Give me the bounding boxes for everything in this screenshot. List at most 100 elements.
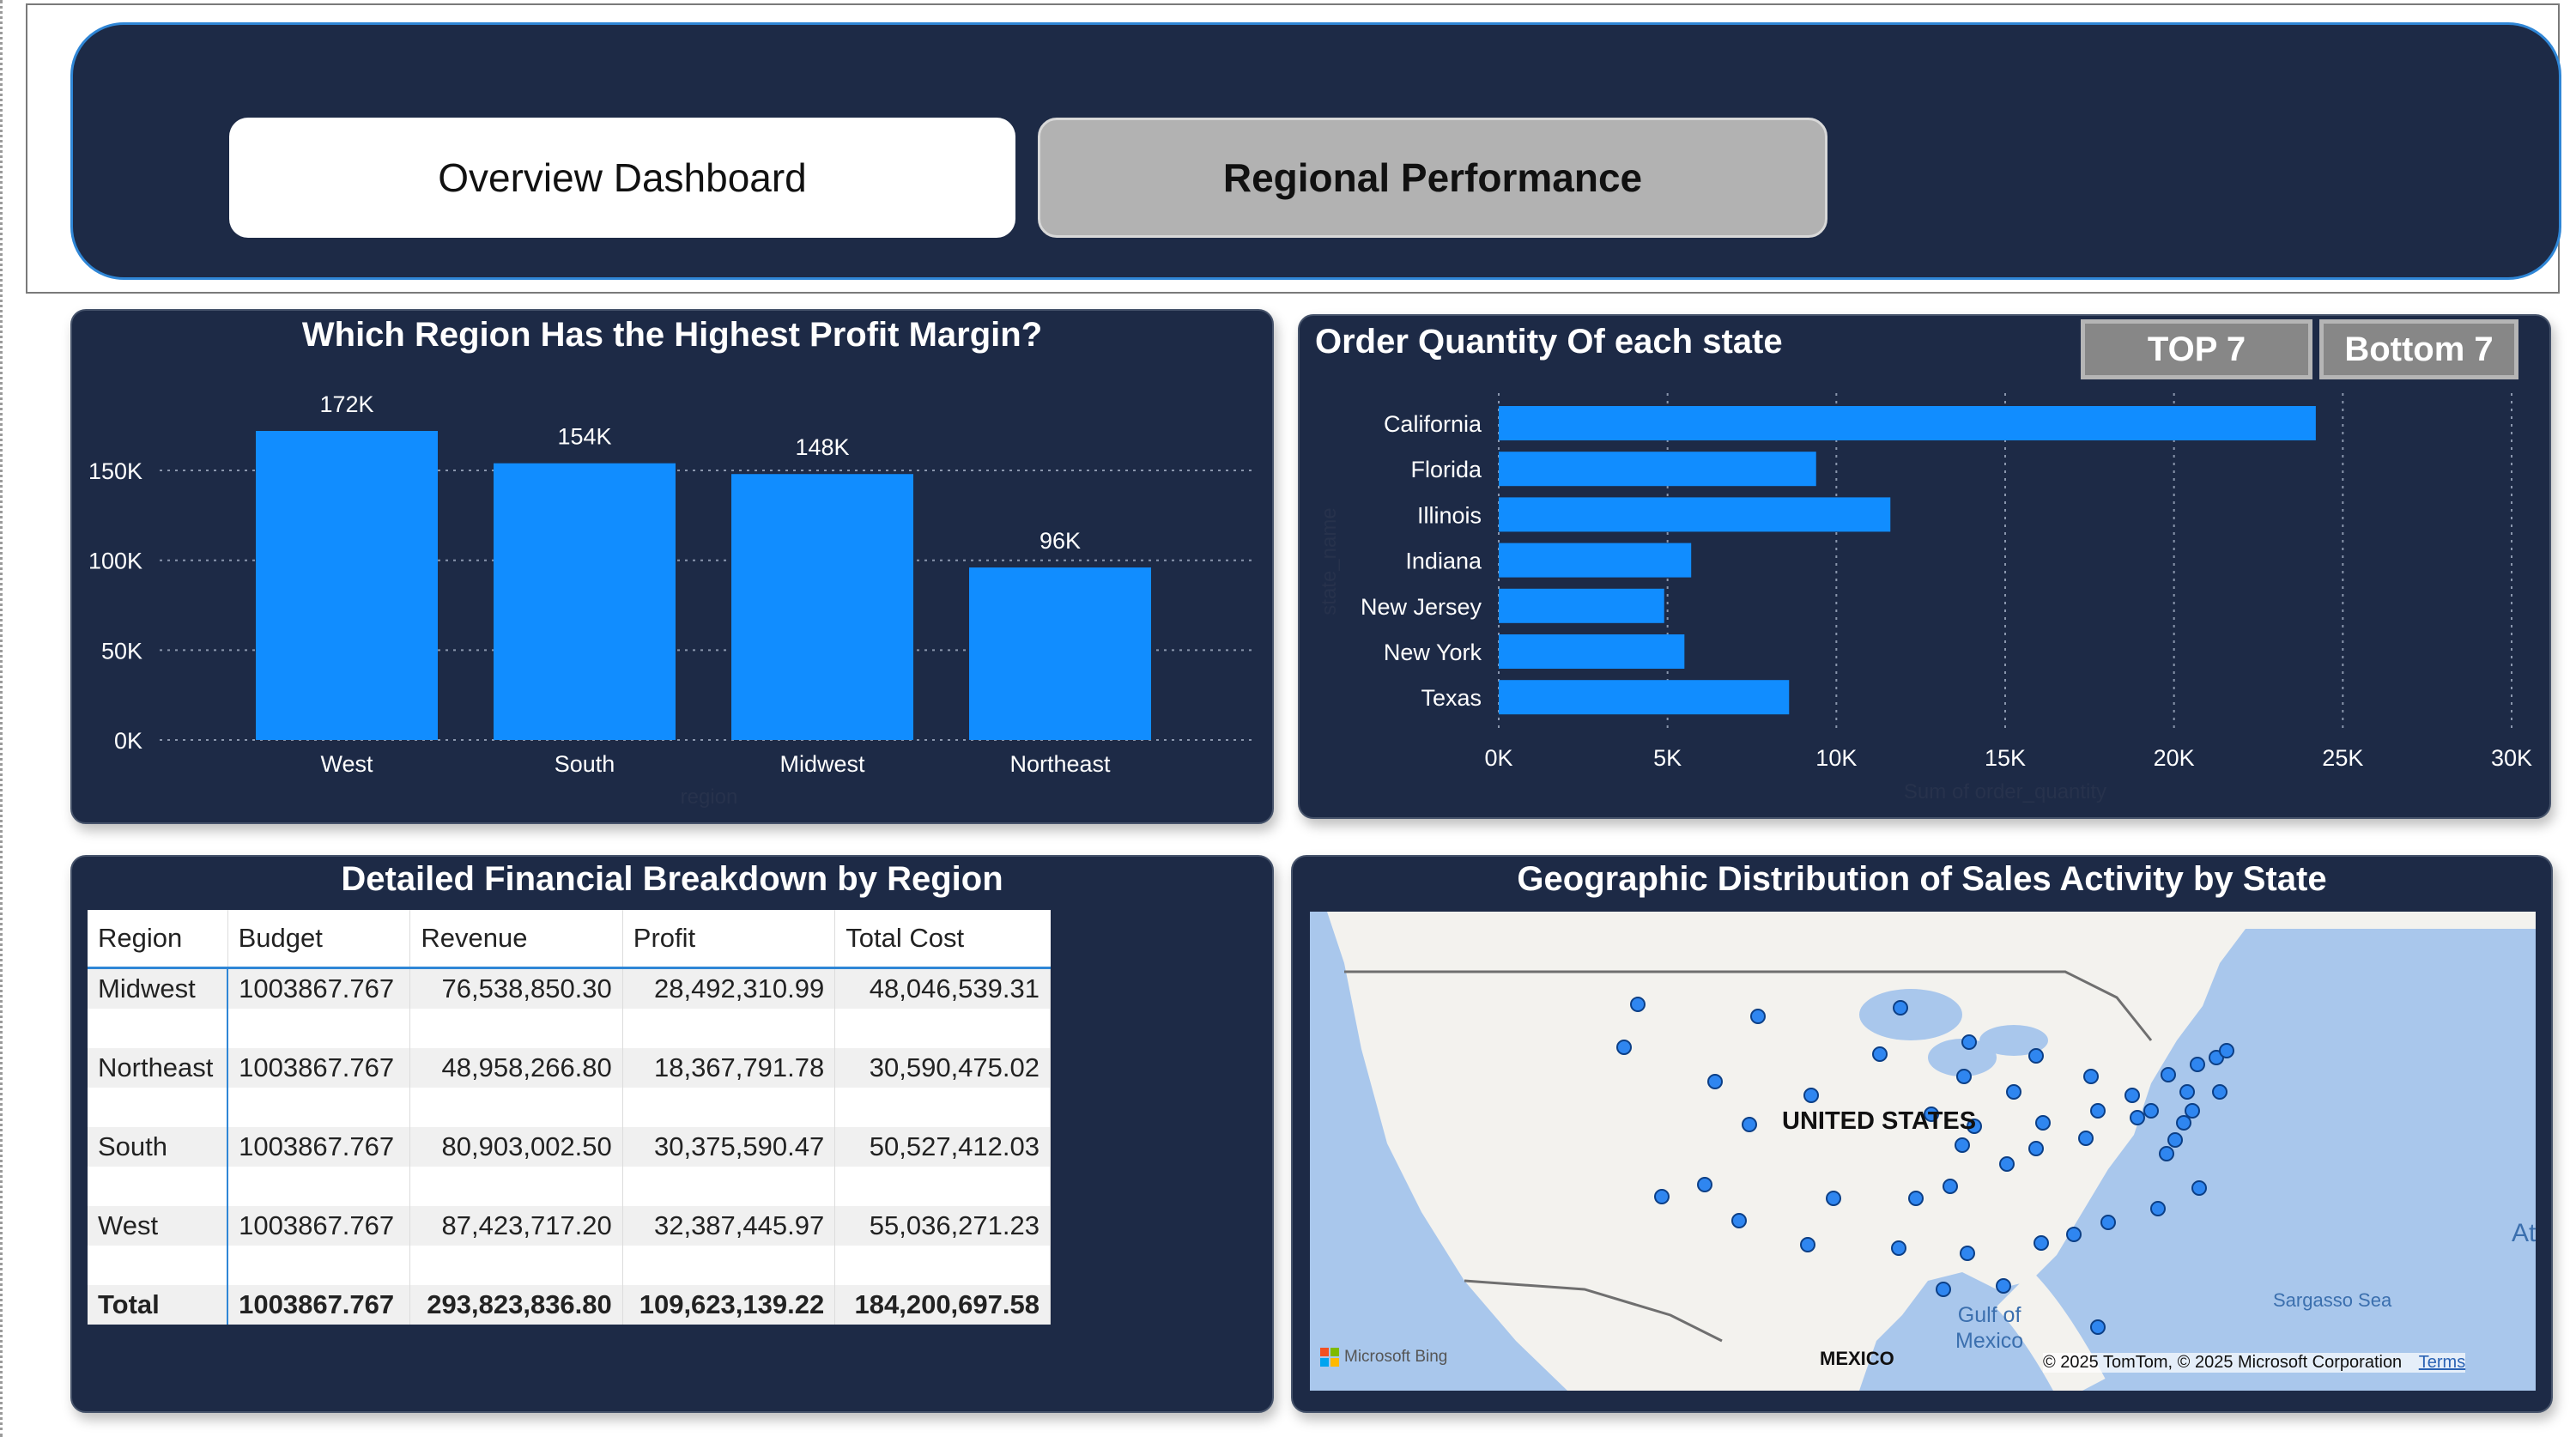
table-row[interactable]: South 1003867.767 80,903,002.50 30,375,5… <box>88 1127 1051 1167</box>
bar <box>731 474 913 740</box>
table-row[interactable]: Northeast 1003867.767 48,958,266.80 18,3… <box>88 1048 1051 1088</box>
y-tick-label: 100K <box>88 549 142 574</box>
data-label: 154K <box>557 424 611 450</box>
location-dot <box>1803 1088 1819 1103</box>
edge-label: At <box>2512 1219 2536 1247</box>
location-dot <box>1961 1034 1977 1050</box>
mexico-label: MEXICO <box>1820 1348 1894 1369</box>
gulf-label-line-1: Gulf of <box>1957 1303 2021 1327</box>
location-dot <box>2190 1057 2205 1072</box>
bar <box>494 463 676 740</box>
x-tick-label: West <box>320 751 373 777</box>
col-header-revenue[interactable]: Revenue <box>409 910 623 969</box>
y-tick-label: 50K <box>101 638 142 664</box>
copyright-text: © 2025 TomTom, © 2025 Microsoft Corporat… <box>2043 1353 2403 1372</box>
state-markers <box>1616 997 2234 1335</box>
gulf-label-line-2: Mexico <box>1955 1329 2024 1353</box>
table-row[interactable]: West 1003867.767 87,423,717.20 32,387,44… <box>88 1206 1051 1246</box>
location-dot <box>2028 1048 2044 1064</box>
location-dot <box>1731 1213 1747 1228</box>
cell-revenue: 48,958,266.80 <box>409 1048 623 1088</box>
location-dot <box>2185 1103 2200 1119</box>
location-dot <box>2161 1067 2176 1082</box>
total-label: Total <box>88 1285 229 1325</box>
location-dot <box>1936 1282 1951 1297</box>
location-dot <box>1750 1009 1766 1024</box>
cell-revenue: 80,903,002.50 <box>409 1127 623 1167</box>
cell-total-cost: 55,036,271.23 <box>834 1206 1051 1246</box>
microsoft-logo-icon <box>1320 1348 1339 1367</box>
location-dot <box>1872 1046 1888 1062</box>
map-title: Geographic Distribution of Sales Activit… <box>1517 860 2327 898</box>
total-revenue: 293,823,836.80 <box>409 1285 623 1325</box>
location-dot <box>1960 1246 1975 1261</box>
cell-profit: 30,375,590.47 <box>622 1127 836 1167</box>
cell-region: South <box>88 1127 229 1167</box>
bottom-7-button[interactable]: Bottom 7 <box>2319 319 2518 379</box>
cell-revenue: 76,538,850.30 <box>409 967 623 1009</box>
data-label: 172K <box>319 391 373 417</box>
cell-profit: 32,387,445.97 <box>622 1206 836 1246</box>
x-tick-label: South <box>555 751 615 777</box>
location-dot <box>2028 1141 2044 1156</box>
location-dot <box>2090 1103 2106 1119</box>
location-dot <box>1742 1117 1757 1132</box>
y-tick-label: 0K <box>114 728 142 754</box>
location-dot <box>1956 1069 1972 1084</box>
location-dot <box>1654 1189 1670 1204</box>
col-header-total-cost[interactable]: Total Cost <box>834 910 1051 969</box>
cell-region: Midwest <box>88 967 229 1009</box>
col-header-region[interactable]: Region <box>88 910 228 969</box>
location-dot <box>1800 1237 1815 1252</box>
table-row[interactable]: Midwest 1003867.767 76,538,850.30 28,492… <box>88 967 1051 1009</box>
table-title: Detailed Financial Breakdown by Region <box>341 860 1003 898</box>
row-spacer <box>88 1246 1051 1285</box>
top-7-button[interactable]: TOP 7 <box>2081 319 2312 379</box>
col-header-profit[interactable]: Profit <box>622 910 836 969</box>
location-dot <box>2035 1115 2051 1131</box>
cell-budget: 1003867.767 <box>227 967 411 1009</box>
location-dot <box>2124 1088 2140 1103</box>
location-dot <box>1891 1240 1906 1256</box>
row-spacer <box>88 1009 1051 1048</box>
financial-table: Region Budget Revenue Profit Total Cost … <box>88 910 1051 1325</box>
sea-label: Sargasso Sea <box>2273 1289 2392 1311</box>
data-label: 148K <box>795 434 849 460</box>
cell-total-cost: 50,527,412.03 <box>834 1127 1051 1167</box>
location-dot <box>2219 1043 2234 1058</box>
location-dot <box>1697 1177 1712 1192</box>
cell-profit: 28,492,310.99 <box>622 967 836 1009</box>
total-cost: 184,200,697.58 <box>834 1285 1051 1325</box>
location-dot <box>2006 1084 2021 1100</box>
location-dot <box>1908 1191 1924 1206</box>
location-dot <box>1996 1278 2011 1294</box>
location-dot <box>2159 1146 2174 1161</box>
sales-map[interactable]: UNITED STATES Gulf of Mexico Sargasso Se… <box>1310 912 2536 1391</box>
data-label: 96K <box>1039 528 1081 554</box>
cell-budget: 1003867.767 <box>227 1048 411 1088</box>
location-dot <box>1707 1074 1723 1089</box>
table-total-row: Total 1003867.767 293,823,836.80 109,623… <box>88 1285 1051 1325</box>
location-dot <box>1955 1137 1970 1153</box>
location-dot <box>1630 997 1646 1012</box>
y-tick-label: 150K <box>88 458 142 484</box>
location-dot <box>2090 1319 2106 1335</box>
location-dot <box>2150 1201 2166 1216</box>
location-dot <box>2034 1235 2049 1251</box>
location-dot <box>2143 1103 2159 1119</box>
x-tick-label: Midwest <box>779 751 865 777</box>
location-dot <box>2176 1115 2191 1131</box>
bar <box>969 567 1151 740</box>
col-header-budget[interactable]: Budget <box>227 910 411 969</box>
location-dot <box>2191 1180 2207 1196</box>
cell-region: West <box>88 1206 229 1246</box>
cell-region: Northeast <box>88 1048 229 1088</box>
terms-link[interactable]: Terms <box>2419 1353 2465 1372</box>
location-dot <box>2066 1227 2082 1242</box>
row-spacer <box>88 1088 1051 1127</box>
location-dot <box>2130 1110 2145 1125</box>
cell-budget: 1003867.767 <box>227 1127 411 1167</box>
location-dot <box>1999 1156 2015 1172</box>
location-dot <box>2100 1215 2116 1230</box>
cell-budget: 1003867.767 <box>227 1206 411 1246</box>
